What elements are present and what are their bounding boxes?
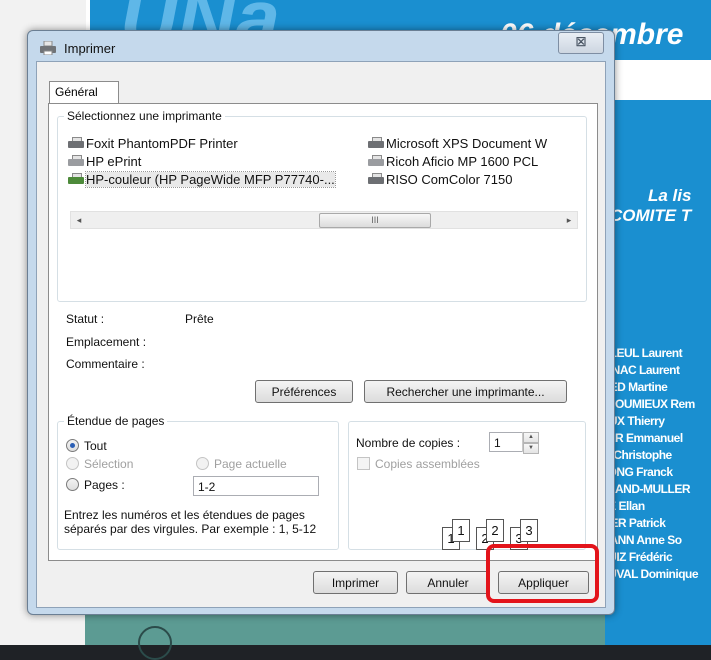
list-item: MANN Anne So bbox=[600, 533, 682, 547]
scroll-right-icon[interactable]: ▸ bbox=[561, 212, 577, 228]
print-dialog: Imprimer ☒ Général Sélectionnez une impr… bbox=[27, 30, 615, 615]
printer-item[interactable]: Ricoh Aficio MP 1600 PCL bbox=[368, 153, 538, 171]
checkbox-icon bbox=[357, 457, 370, 470]
printer-icon bbox=[368, 137, 384, 149]
list-item: IA Christophe bbox=[600, 448, 672, 462]
preferences-button[interactable]: Préférences bbox=[255, 380, 353, 403]
list-item: TRAND-MULLER bbox=[600, 482, 690, 496]
tab-general[interactable]: Général bbox=[49, 81, 119, 103]
bottom-circle-icon bbox=[138, 626, 172, 660]
highlight-box bbox=[486, 544, 599, 603]
page-range-group: Étendue de pages Tout Sélection Page act… bbox=[57, 414, 339, 550]
collate-sheet: 2 bbox=[486, 519, 504, 542]
collate-sheet: 1 bbox=[452, 519, 470, 542]
list-item: ILED Martine bbox=[600, 380, 668, 394]
list-title: La lis COMITE T bbox=[610, 186, 691, 226]
radio-checked-icon bbox=[66, 439, 79, 452]
printer-group: Sélectionnez une imprimante Foxit Phanto… bbox=[57, 109, 587, 302]
collate-checkbox[interactable]: Copies assemblées bbox=[357, 457, 480, 471]
printer-list[interactable]: Foxit PhantomPDF Printer Microsoft XPS D… bbox=[68, 135, 576, 203]
printer-icon bbox=[40, 41, 56, 55]
list-item: OUX Thierry bbox=[600, 414, 665, 428]
list-item: THOUMIEUX Rem bbox=[600, 397, 695, 411]
find-printer-button[interactable]: Rechercher une imprimante... bbox=[364, 380, 567, 403]
scroll-left-icon[interactable]: ◂ bbox=[71, 212, 87, 228]
list-item: EER Emmanuel bbox=[600, 431, 683, 445]
tab-panel-general: Sélectionnez une imprimante Foxit Phanto… bbox=[48, 103, 598, 561]
location-label: Emplacement : bbox=[66, 335, 147, 349]
scroll-thumb[interactable]: III bbox=[319, 213, 431, 228]
radio-icon bbox=[196, 457, 209, 470]
list-item: IGNAC Laurent bbox=[600, 363, 680, 377]
title-bar[interactable]: Imprimer ☒ bbox=[28, 31, 614, 61]
names-list: ILLEUL Laurent IGNAC Laurent ILED Martin… bbox=[600, 345, 711, 583]
close-button[interactable]: ☒ bbox=[558, 32, 604, 54]
dialog-title: Imprimer bbox=[64, 41, 116, 56]
page-range-label: Étendue de pages bbox=[64, 414, 168, 428]
printer-group-label: Sélectionnez une imprimante bbox=[64, 109, 225, 123]
collate-sheet: 3 bbox=[520, 519, 538, 542]
radio-icon bbox=[66, 457, 79, 470]
print-button[interactable]: Imprimer bbox=[313, 571, 398, 594]
horizontal-scrollbar[interactable]: ◂ III ▸ bbox=[70, 211, 578, 229]
radio-icon bbox=[66, 478, 79, 491]
radio-selection[interactable]: Sélection bbox=[66, 456, 133, 472]
spin-up-icon[interactable]: ▲ bbox=[523, 432, 539, 443]
pages-input[interactable]: 1-2 bbox=[193, 476, 319, 496]
printer-item-selected[interactable]: HP-couleur (HP PageWide MFP P77740-... bbox=[68, 171, 336, 189]
page-range-hint-line-1: Entrez les numéros et les étendues de pa… bbox=[64, 508, 305, 522]
radio-pages[interactable]: Pages : bbox=[66, 477, 125, 493]
copies-label: Nombre de copies : bbox=[356, 436, 461, 450]
radio-current-page[interactable]: Page actuelle bbox=[196, 456, 287, 472]
list-item: RE Ellan bbox=[600, 499, 645, 513]
printer-icon bbox=[68, 155, 84, 167]
dialog-client: Général Sélectionnez une imprimante Foxi… bbox=[36, 61, 606, 608]
printer-icon bbox=[68, 173, 84, 185]
printer-icon bbox=[68, 137, 84, 149]
cancel-button[interactable]: Annuler bbox=[406, 571, 490, 594]
list-item: DUVAL Dominique bbox=[600, 567, 699, 581]
printer-item[interactable]: Foxit PhantomPDF Printer bbox=[68, 135, 238, 153]
list-title-line-1: La lis bbox=[648, 186, 692, 205]
status-value: Prête bbox=[185, 312, 214, 326]
radio-all[interactable]: Tout bbox=[66, 438, 107, 454]
status-label: Statut : bbox=[66, 312, 105, 326]
copies-group: Nombre de copies : 1 ▲ ▼ Copies assemblé… bbox=[348, 421, 586, 550]
printer-item[interactable]: HP ePrint bbox=[68, 153, 141, 171]
list-title-line-2: COMITE T bbox=[610, 206, 692, 225]
list-item: SONG Franck bbox=[600, 465, 673, 479]
list-item: RUIZ Frédéric bbox=[600, 550, 673, 564]
list-item: VIER Patrick bbox=[600, 516, 666, 530]
spin-down-icon[interactable]: ▼ bbox=[523, 443, 539, 454]
printer-icon bbox=[368, 173, 384, 185]
printer-item[interactable]: RISO ComColor 7150 bbox=[368, 171, 512, 189]
copies-spinner[interactable]: ▲ ▼ bbox=[522, 432, 539, 454]
page-range-hint-line-2: séparés par des virgules. Par exemple : … bbox=[64, 522, 317, 536]
list-item: ILLEUL Laurent bbox=[600, 346, 683, 360]
comment-label: Commentaire : bbox=[66, 357, 145, 371]
printer-item[interactable]: Microsoft XPS Document W bbox=[368, 135, 547, 153]
printer-icon bbox=[368, 155, 384, 167]
